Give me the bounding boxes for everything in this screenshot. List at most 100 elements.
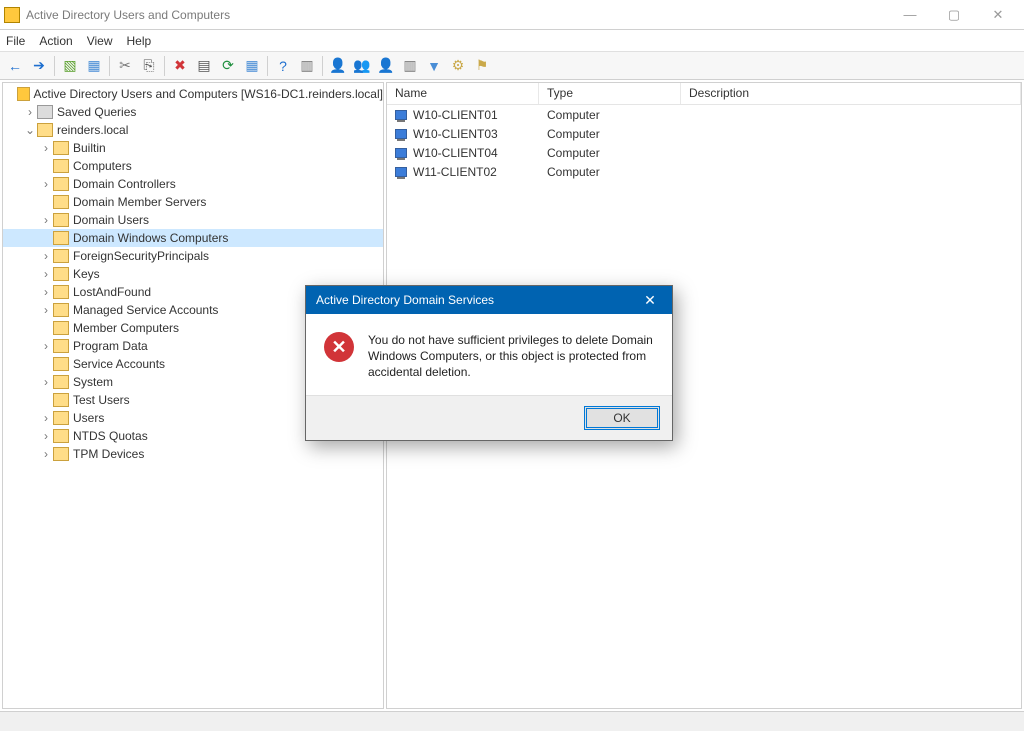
new-ou-button[interactable]: 👤 [375,55,397,77]
cut-button[interactable]: ✂ [114,55,136,77]
ou-folder-icon [53,213,69,227]
column-description[interactable]: Description [681,83,1021,104]
menu-file[interactable]: File [6,34,25,48]
dialog-titlebar[interactable]: Active Directory Domain Services ✕ [306,286,672,314]
expand-icon[interactable]: › [39,267,53,281]
minimize-button[interactable]: — [888,0,932,30]
add-to-group-button[interactable]: ▥ [399,55,421,77]
cell-name: W10-CLIENT04 [387,145,539,161]
app-icon [4,7,20,23]
titlebar: Active Directory Users and Computers — ▢… [0,0,1024,30]
tree-item-domain-controllers[interactable]: › Domain Controllers [3,175,383,193]
cell-type: Computer [539,164,681,180]
ou-folder-icon [53,249,69,263]
expand-icon[interactable]: › [39,411,53,425]
find-button[interactable]: ▥ [296,55,318,77]
forward-button[interactable]: ➔ [28,55,50,77]
tree-item-label: Domain Controllers [73,177,176,191]
collapse-icon[interactable]: ⌄ [23,123,37,137]
close-button[interactable]: ✕ [976,0,1020,30]
list-row[interactable]: W10-CLIENT01Computer [387,105,1021,124]
tree-item-label: Saved Queries [57,105,136,119]
expand-icon[interactable]: › [39,447,53,461]
expand-icon[interactable]: › [39,141,53,155]
properties-button[interactable]: ▤ [193,55,215,77]
expand-icon[interactable]: › [39,429,53,443]
show-hide-tree-button[interactable]: ▦ [83,55,105,77]
options-button[interactable]: ⚙ [447,55,469,77]
tree-item-domain-users[interactable]: ›Domain Users [3,211,383,229]
expand-icon[interactable]: › [39,249,53,263]
ou-folder-icon [53,267,69,281]
toolbar: ← ➔ ▧ ▦ ✂ ⎘ ✖ ▤ ⟳ ▦ ? ▥ 👤 👥 👤 ▥ ▼ ⚙ ⚑ [0,52,1024,80]
tree-item-label: Domain Windows Computers [73,231,228,245]
tree-item-label: Member Computers [73,321,179,335]
expand-icon[interactable]: › [39,213,53,227]
ou-folder-icon [53,231,69,245]
expand-icon[interactable]: › [23,105,37,119]
ou-folder-icon [53,429,69,443]
ou-folder-icon [53,285,69,299]
computer-name: W11-CLIENT02 [413,165,497,179]
tree-item-label: Service Accounts [73,357,165,371]
dialog-close-button[interactable]: ✕ [636,286,664,314]
up-one-level-button[interactable]: ▧ [59,55,81,77]
copy-button[interactable]: ⎘ [138,55,160,77]
filter-button[interactable]: ▼ [423,55,445,77]
menu-action[interactable]: Action [39,34,72,48]
menu-view[interactable]: View [87,34,113,48]
tree-domain[interactable]: ⌄ reinders.local [3,121,383,139]
list-row[interactable]: W10-CLIENT04Computer [387,143,1021,162]
cell-name: W11-CLIENT02 [387,164,539,180]
ou-folder-icon [53,339,69,353]
toolbar-separator [164,56,165,76]
expand-icon[interactable]: › [39,375,53,389]
ou-folder-icon [53,141,69,155]
ok-button[interactable]: OK [584,406,660,430]
tree-saved-queries[interactable]: › Saved Queries [3,103,383,121]
tree-item-domain-member-servers[interactable]: Domain Member Servers [3,193,383,211]
new-group-button[interactable]: 👥 [351,55,373,77]
dialog-title-text: Active Directory Domain Services [316,293,494,307]
menu-help[interactable]: Help [127,34,152,48]
dialog-footer: OK [306,395,672,440]
ou-folder-icon [53,177,69,191]
tree-item-foreignsecurityprincipals[interactable]: ›ForeignSecurityPrincipals [3,247,383,265]
more-actions-button[interactable]: ⚑ [471,55,493,77]
expand-icon[interactable]: › [39,177,53,191]
ou-folder-icon [53,393,69,407]
computer-icon [395,165,409,179]
list-row[interactable]: W11-CLIENT02 Computer [387,162,1021,181]
tree-item-tpm-devices[interactable]: ›TPM Devices [3,445,383,463]
tree-item-label: Computers [73,159,132,173]
tree-item-label: Domain Member Servers [73,195,206,209]
aduc-root-icon [17,87,29,101]
column-type[interactable]: Type [539,83,681,104]
toolbar-separator [322,56,323,76]
maximize-button[interactable]: ▢ [932,0,976,30]
folder-icon [37,105,53,119]
tree-root[interactable]: Active Directory Users and Computers [WS… [3,85,383,103]
refresh-button[interactable]: ⟳ [217,55,239,77]
ou-folder-icon [53,411,69,425]
statusbar [0,711,1024,731]
list-row[interactable]: W10-CLIENT03Computer [387,124,1021,143]
error-dialog: Active Directory Domain Services ✕ ✕ You… [305,285,673,441]
export-list-button[interactable]: ▦ [241,55,263,77]
computer-icon [395,108,409,122]
delete-button[interactable]: ✖ [169,55,191,77]
help-button[interactable]: ? [272,55,294,77]
back-button[interactable]: ← [4,55,26,77]
new-user-button[interactable]: 👤 [327,55,349,77]
tree-item-domain-windows-computers[interactable]: Domain Windows Computers [3,229,383,247]
dialog-body: ✕ You do not have sufficient privileges … [306,314,672,395]
tree-item-computers[interactable]: Computers [3,157,383,175]
tree-item-keys[interactable]: ›Keys [3,265,383,283]
expand-icon[interactable]: › [39,303,53,317]
error-icon: ✕ [324,332,354,362]
tree-item-builtin[interactable]: ›Builtin [3,139,383,157]
column-name[interactable]: Name [387,83,539,104]
expand-icon[interactable]: › [39,285,53,299]
expand-icon[interactable]: › [39,339,53,353]
computer-name: W10-CLIENT01 [413,108,498,122]
